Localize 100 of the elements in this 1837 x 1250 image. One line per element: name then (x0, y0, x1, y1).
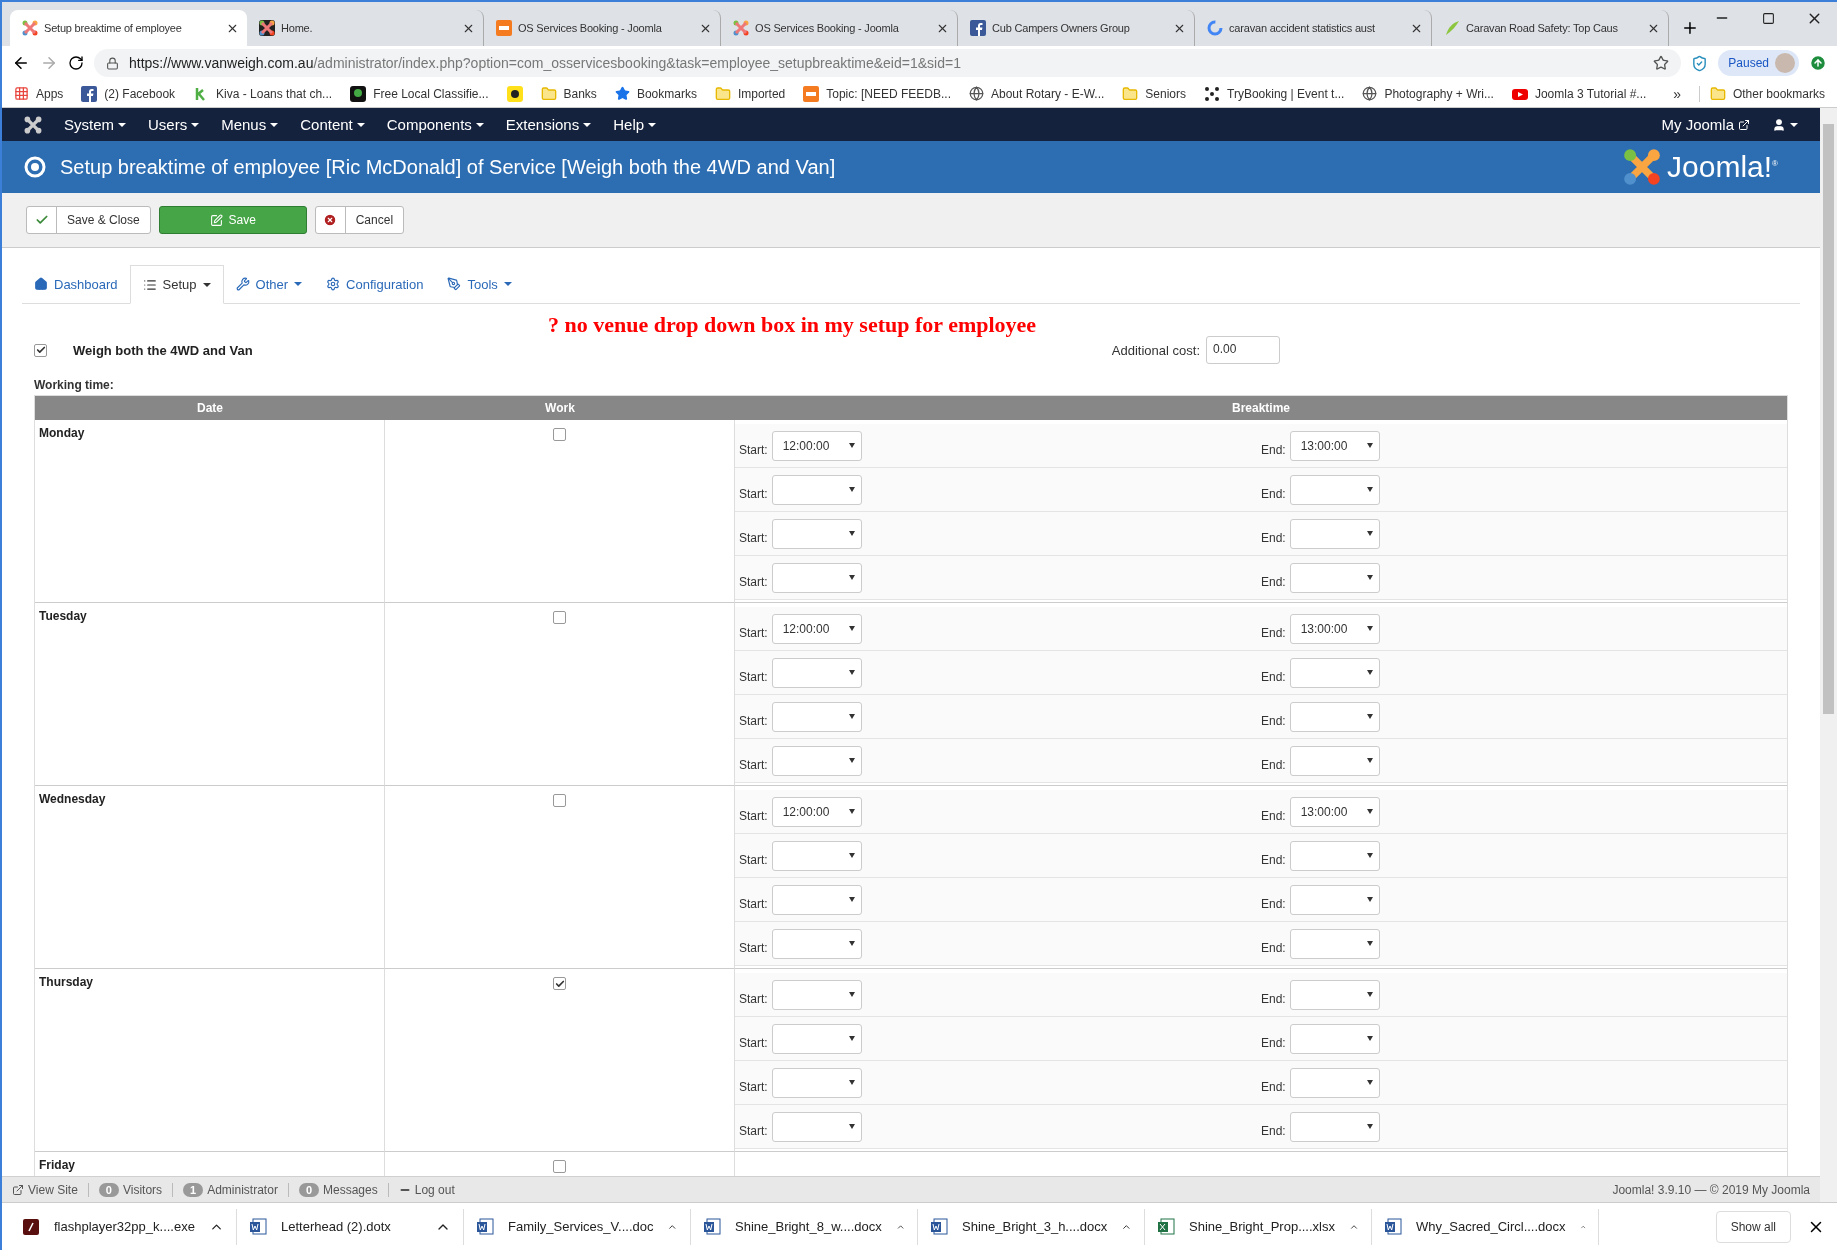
bookmark[interactable]: Apps (36, 86, 64, 101)
scrollbar[interactable] (1820, 108, 1837, 1202)
end-select[interactable] (1289, 1111, 1380, 1142)
bookmark[interactable]: Topic: [NEED FEEDB... (826, 86, 951, 101)
save-close-button[interactable]: Save & Close (26, 206, 151, 234)
cancel-button[interactable]: Cancel (314, 206, 405, 234)
start-select[interactable] (771, 1023, 862, 1054)
end-select[interactable] (1289, 1023, 1380, 1054)
star-icon[interactable] (1653, 55, 1670, 71)
work-checkbox[interactable] (553, 794, 566, 807)
download-item[interactable]: Shine_Bright_3_h....docx (918, 1208, 1145, 1245)
end-select[interactable] (1289, 979, 1380, 1010)
start-select[interactable] (771, 928, 862, 959)
cost-field[interactable]: 0.00 (1206, 336, 1280, 364)
end-select[interactable] (1289, 474, 1380, 505)
bookmark[interactable]: Imported (737, 86, 786, 101)
bookmark[interactable]: TryBooking | Event t... (1227, 86, 1345, 101)
work-checkbox[interactable] (553, 1160, 566, 1173)
profile-button[interactable]: Paused (1718, 50, 1799, 76)
bookmark[interactable]: About Rotary - E-W... (990, 86, 1105, 101)
nav-tab[interactable]: Tools (435, 265, 524, 303)
bookmark[interactable]: Other bookmarks (1732, 86, 1825, 101)
bookmark[interactable]: Photography + Wri... (1384, 86, 1494, 101)
nav-tab[interactable]: Other (223, 265, 315, 303)
status-item[interactable]: 0 Visitors (98, 1182, 174, 1197)
start-select[interactable] (771, 1067, 862, 1098)
nav-tab[interactable]: Dashboard (22, 265, 130, 303)
update-icon[interactable] (1809, 54, 1827, 72)
menu-item[interactable]: Content (300, 116, 365, 133)
view-site-link[interactable]: View Site (12, 1182, 89, 1197)
status-item[interactable]: 0 Messages (298, 1182, 389, 1197)
bookmark[interactable]: Kiva - Loans that ch... (216, 86, 333, 101)
start-select[interactable] (771, 657, 862, 688)
end-select[interactable] (1289, 1067, 1380, 1098)
download-item[interactable]: Family_Services_V....doc (464, 1208, 691, 1245)
menu-item[interactable]: Users (148, 116, 200, 133)
end-select[interactable] (1289, 701, 1380, 732)
end-select[interactable] (1289, 657, 1380, 688)
start-select[interactable]: 12:00:00 (771, 613, 862, 644)
end-select[interactable] (1289, 745, 1380, 776)
shield-icon[interactable] (1691, 54, 1709, 72)
address-field[interactable]: https://www.vanweigh.com.au/administrator/index.php?option=com_osservicesbooking&task=employee_setupbreaktime&eid=1&sid=1 (94, 49, 1682, 77)
end-select[interactable] (1289, 928, 1380, 959)
start-select[interactable] (771, 884, 862, 915)
bookmark[interactable]: (2) Facebook (104, 86, 176, 101)
start-select[interactable] (771, 518, 862, 549)
download-item[interactable]: flashplayer32pp_k....exe (10, 1208, 237, 1245)
menu-item[interactable]: Components (386, 116, 484, 133)
forward-icon[interactable] (40, 54, 58, 72)
bookmark[interactable]: Joomla 3 Tutorial #... (1534, 86, 1647, 101)
end-select[interactable] (1289, 884, 1380, 915)
nav-tab[interactable]: Configuration (314, 265, 436, 303)
reload-icon[interactable] (68, 55, 84, 71)
show-all-button[interactable]: Show all (1715, 1210, 1791, 1243)
bookmark[interactable]: Seniors (1145, 86, 1187, 101)
download-item[interactable]: Letterhead (2).dotx (237, 1208, 464, 1245)
menu-item[interactable]: Extensions (505, 116, 592, 133)
nav-tab[interactable]: Setup (129, 265, 224, 304)
start-select[interactable] (771, 745, 862, 776)
end-select[interactable]: 13:00:00 (1289, 613, 1380, 644)
more-bookmarks-button[interactable]: » (1673, 85, 1681, 102)
work-checkbox[interactable] (553, 428, 566, 441)
service-checkbox[interactable] (34, 343, 47, 357)
apps-icon[interactable] (14, 86, 29, 101)
menu-item[interactable]: My Joomla (1661, 116, 1750, 133)
start-select[interactable] (771, 562, 862, 593)
start-select[interactable] (771, 979, 862, 1010)
bookmark[interactable]: Banks (563, 86, 597, 101)
menu-item[interactable]: Menus (221, 116, 279, 133)
start-select[interactable]: 12:00:00 (771, 430, 862, 461)
back-icon[interactable] (12, 54, 30, 72)
avatar (1775, 53, 1795, 73)
work-checkbox[interactable] (553, 611, 566, 624)
start-select[interactable] (771, 840, 862, 871)
new-tab-icon[interactable] (1681, 19, 1699, 37)
start-select[interactable] (771, 701, 862, 732)
logout-link[interactable]: Log out (398, 1182, 465, 1197)
end-select[interactable]: 13:00:00 (1289, 796, 1380, 827)
start-select[interactable]: 12:00:00 (771, 796, 862, 827)
status-item[interactable]: 1 Administrator (183, 1182, 289, 1197)
user-menu-button[interactable] (1772, 117, 1798, 132)
browser-tab[interactable]: Setup breaktime of employee (10, 10, 247, 46)
end-select[interactable] (1289, 840, 1380, 871)
end-select[interactable] (1289, 518, 1380, 549)
end-select[interactable]: 13:00:00 (1289, 430, 1380, 461)
download-item[interactable]: Why_Sacred_Circl....docx (1372, 1208, 1599, 1245)
download-item[interactable]: Shine_Bright_Prop....xlsx (1145, 1208, 1372, 1245)
joomla-icon[interactable] (24, 115, 42, 134)
start-select[interactable] (771, 1111, 862, 1142)
bookmark[interactable]: Free Local Classifie... (373, 86, 489, 101)
leaf-icon (1444, 20, 1461, 36)
menu-item[interactable]: Help (613, 116, 657, 133)
menu-item[interactable]: System (64, 116, 126, 133)
bookmark-icon[interactable] (506, 85, 523, 102)
start-select[interactable] (771, 474, 862, 505)
bookmark[interactable]: Bookmarks (636, 86, 697, 101)
download-item[interactable]: Shine_Bright_8_w....docx (691, 1208, 918, 1245)
maximize-icon[interactable] (1761, 11, 1775, 25)
end-select[interactable] (1289, 562, 1380, 593)
work-checkbox[interactable] (553, 977, 566, 990)
